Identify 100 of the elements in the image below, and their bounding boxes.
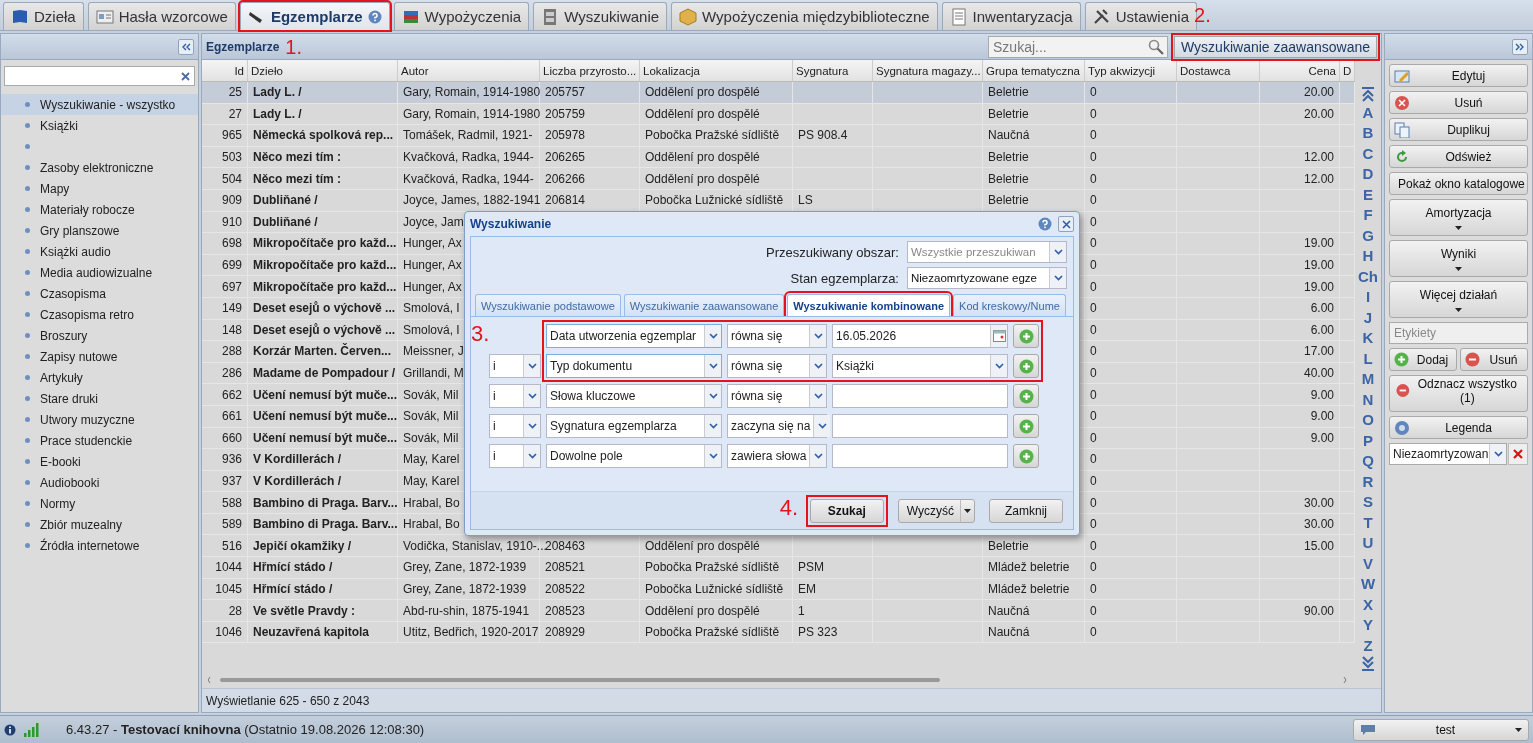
- table-cell: Gary, Romain, 1914-1980: [403, 106, 541, 121]
- table-cell: 288: [221, 344, 242, 359]
- table-cell: 1044: [215, 560, 242, 575]
- table-cell: 30.00: [1303, 495, 1334, 510]
- table-cell: 90.00: [1303, 603, 1334, 618]
- table-cell: Bambino di Praga. Barv...: [253, 495, 398, 510]
- table-cell: 148: [221, 322, 242, 337]
- table-cell: 698: [221, 236, 242, 251]
- table-cell: 12.00: [1303, 150, 1334, 165]
- table-cell: Beletrie: [988, 150, 1029, 165]
- table-cell: Utitz, Bedřich, 1920-2017: [403, 625, 539, 640]
- table-cell: 699: [221, 258, 242, 273]
- table-cell: 1046: [215, 625, 242, 640]
- table-cell: 0: [1090, 452, 1097, 467]
- table-cell: Sovák, Mil: [403, 409, 459, 424]
- table-cell: Pobočka Lužnické sídliště: [645, 193, 784, 208]
- table-cell: Mládež beletrie: [988, 560, 1070, 575]
- table-cell: Grey, Zane, 1872-1939: [403, 581, 527, 596]
- table-cell: 20.00: [1303, 85, 1334, 100]
- table-cell: 503: [221, 150, 242, 165]
- table-cell: 0: [1090, 258, 1097, 273]
- table-cell: V Kordillerách /: [253, 474, 342, 488]
- table-cell: 17.00: [1303, 344, 1334, 359]
- table-cell: 205978: [545, 128, 586, 143]
- table-cell: Abd-ru-shin, 1875-1941: [403, 603, 530, 618]
- annotation-number: 1.: [285, 36, 303, 57]
- table-cell: Pobočka Lužnické sídliště: [645, 581, 784, 596]
- table-cell: Učení nemusí být muče...: [253, 409, 398, 424]
- table-cell: Hunger, Ax: [403, 236, 462, 251]
- table-cell: Hunger, Ax: [403, 258, 462, 273]
- table-cell: 937: [221, 474, 242, 488]
- table-cell: 965: [221, 128, 242, 143]
- table-cell: Lady L. /: [253, 85, 302, 100]
- paging-info: Wyświetlanie 625 - 650 z 2043: [206, 693, 370, 708]
- table-cell: 208522: [545, 581, 586, 596]
- table-cell: 208521: [545, 560, 586, 575]
- table-cell: Hřmící stádo /: [253, 581, 333, 596]
- table-cell: 19.00: [1303, 236, 1334, 251]
- table-cell: 28: [228, 603, 242, 618]
- table-cell: 6.00: [1310, 301, 1334, 316]
- table-cell: 0: [1090, 279, 1097, 294]
- table-cell: 0: [1090, 171, 1097, 186]
- table-cell: 15.00: [1303, 538, 1334, 553]
- table-cell: 12.00: [1303, 171, 1334, 186]
- table-cell: 909: [221, 193, 242, 208]
- table-cell: 0: [1090, 538, 1097, 553]
- table-cell: 0: [1090, 236, 1097, 251]
- annotation-number: 2.: [1194, 3, 1211, 27]
- table-cell: Něco mezi tím :: [253, 150, 342, 165]
- table-cell: Učení nemusí být muče...: [253, 430, 398, 445]
- table-cell: Smolová, I: [403, 322, 460, 337]
- table-cell: EM: [798, 581, 816, 596]
- table-cell: Beletrie: [988, 85, 1029, 100]
- table-cell: Madame de Pompadour /: [253, 366, 396, 380]
- table-cell: 1: [798, 603, 805, 618]
- table-cell: 0: [1090, 603, 1097, 618]
- table-cell: Pobočka Pražské sídliště: [645, 560, 780, 575]
- annotation-number: 3.: [471, 321, 490, 347]
- table-cell: Lady L. /: [253, 106, 302, 121]
- table-cell: Německá spolková rep...: [253, 128, 394, 143]
- status-text: 6.43.27 - Testovací knihovna (Ostatnio 19.08.2026 12:08:30): [66, 722, 425, 737]
- table-cell: 589: [221, 517, 242, 532]
- table-cell: 19.00: [1303, 279, 1334, 294]
- table-cell: 0: [1090, 344, 1097, 359]
- table-cell: 205757: [545, 85, 586, 100]
- table-cell: Oddělení pro dospělé: [645, 538, 760, 553]
- table-cell: Naučná: [988, 128, 1030, 143]
- table-cell: Beletrie: [988, 538, 1029, 553]
- table-cell: 19.00: [1303, 258, 1334, 273]
- table-cell: Hrabal, Bo: [403, 517, 460, 532]
- table-cell: Grey, Zane, 1872-1939: [403, 560, 527, 575]
- table-cell: LS: [798, 193, 813, 208]
- table-cell: 0: [1090, 214, 1097, 229]
- table-cell: 9.00: [1310, 409, 1334, 424]
- table-cell: 208523: [545, 603, 586, 618]
- table-cell: Naučná: [988, 625, 1030, 640]
- table-cell: 0: [1090, 150, 1097, 165]
- table-cell: Mládež beletrie: [988, 581, 1070, 596]
- table-cell: Oddělení pro dospělé: [645, 603, 760, 618]
- table-cell: Deset esejů o výchově ...: [253, 322, 396, 337]
- table-cell: 697: [221, 279, 242, 294]
- table-cell: May, Karel: [403, 474, 460, 488]
- table-cell: Bambino di Praga. Barv...: [253, 517, 398, 532]
- table-cell: Hřmící stádo /: [253, 560, 333, 575]
- table-cell: 0: [1090, 581, 1097, 596]
- table-cell: 662: [221, 387, 242, 402]
- field-label: Przeszukiwany obszar:: [766, 244, 899, 260]
- table-cell: Pobočka Pražské sídliště: [645, 128, 780, 143]
- table-cell: Oddělení pro dospělé: [645, 106, 760, 121]
- table-cell: Hunger, Ax: [403, 279, 462, 294]
- table-cell: 205759: [545, 106, 586, 121]
- table-cell: Beletrie: [988, 193, 1029, 208]
- table-cell: Oddělení pro dospělé: [645, 150, 760, 165]
- table-cell: Vodička, Stanislav, 1910-...: [403, 538, 547, 553]
- table-cell: 30.00: [1303, 517, 1334, 532]
- table-cell: 0: [1090, 193, 1097, 208]
- table-cell: 6.00: [1310, 322, 1334, 337]
- table-cell: Meissner, J: [403, 344, 464, 359]
- table-cell: 660: [221, 430, 242, 445]
- table-cell: Beletrie: [988, 171, 1029, 186]
